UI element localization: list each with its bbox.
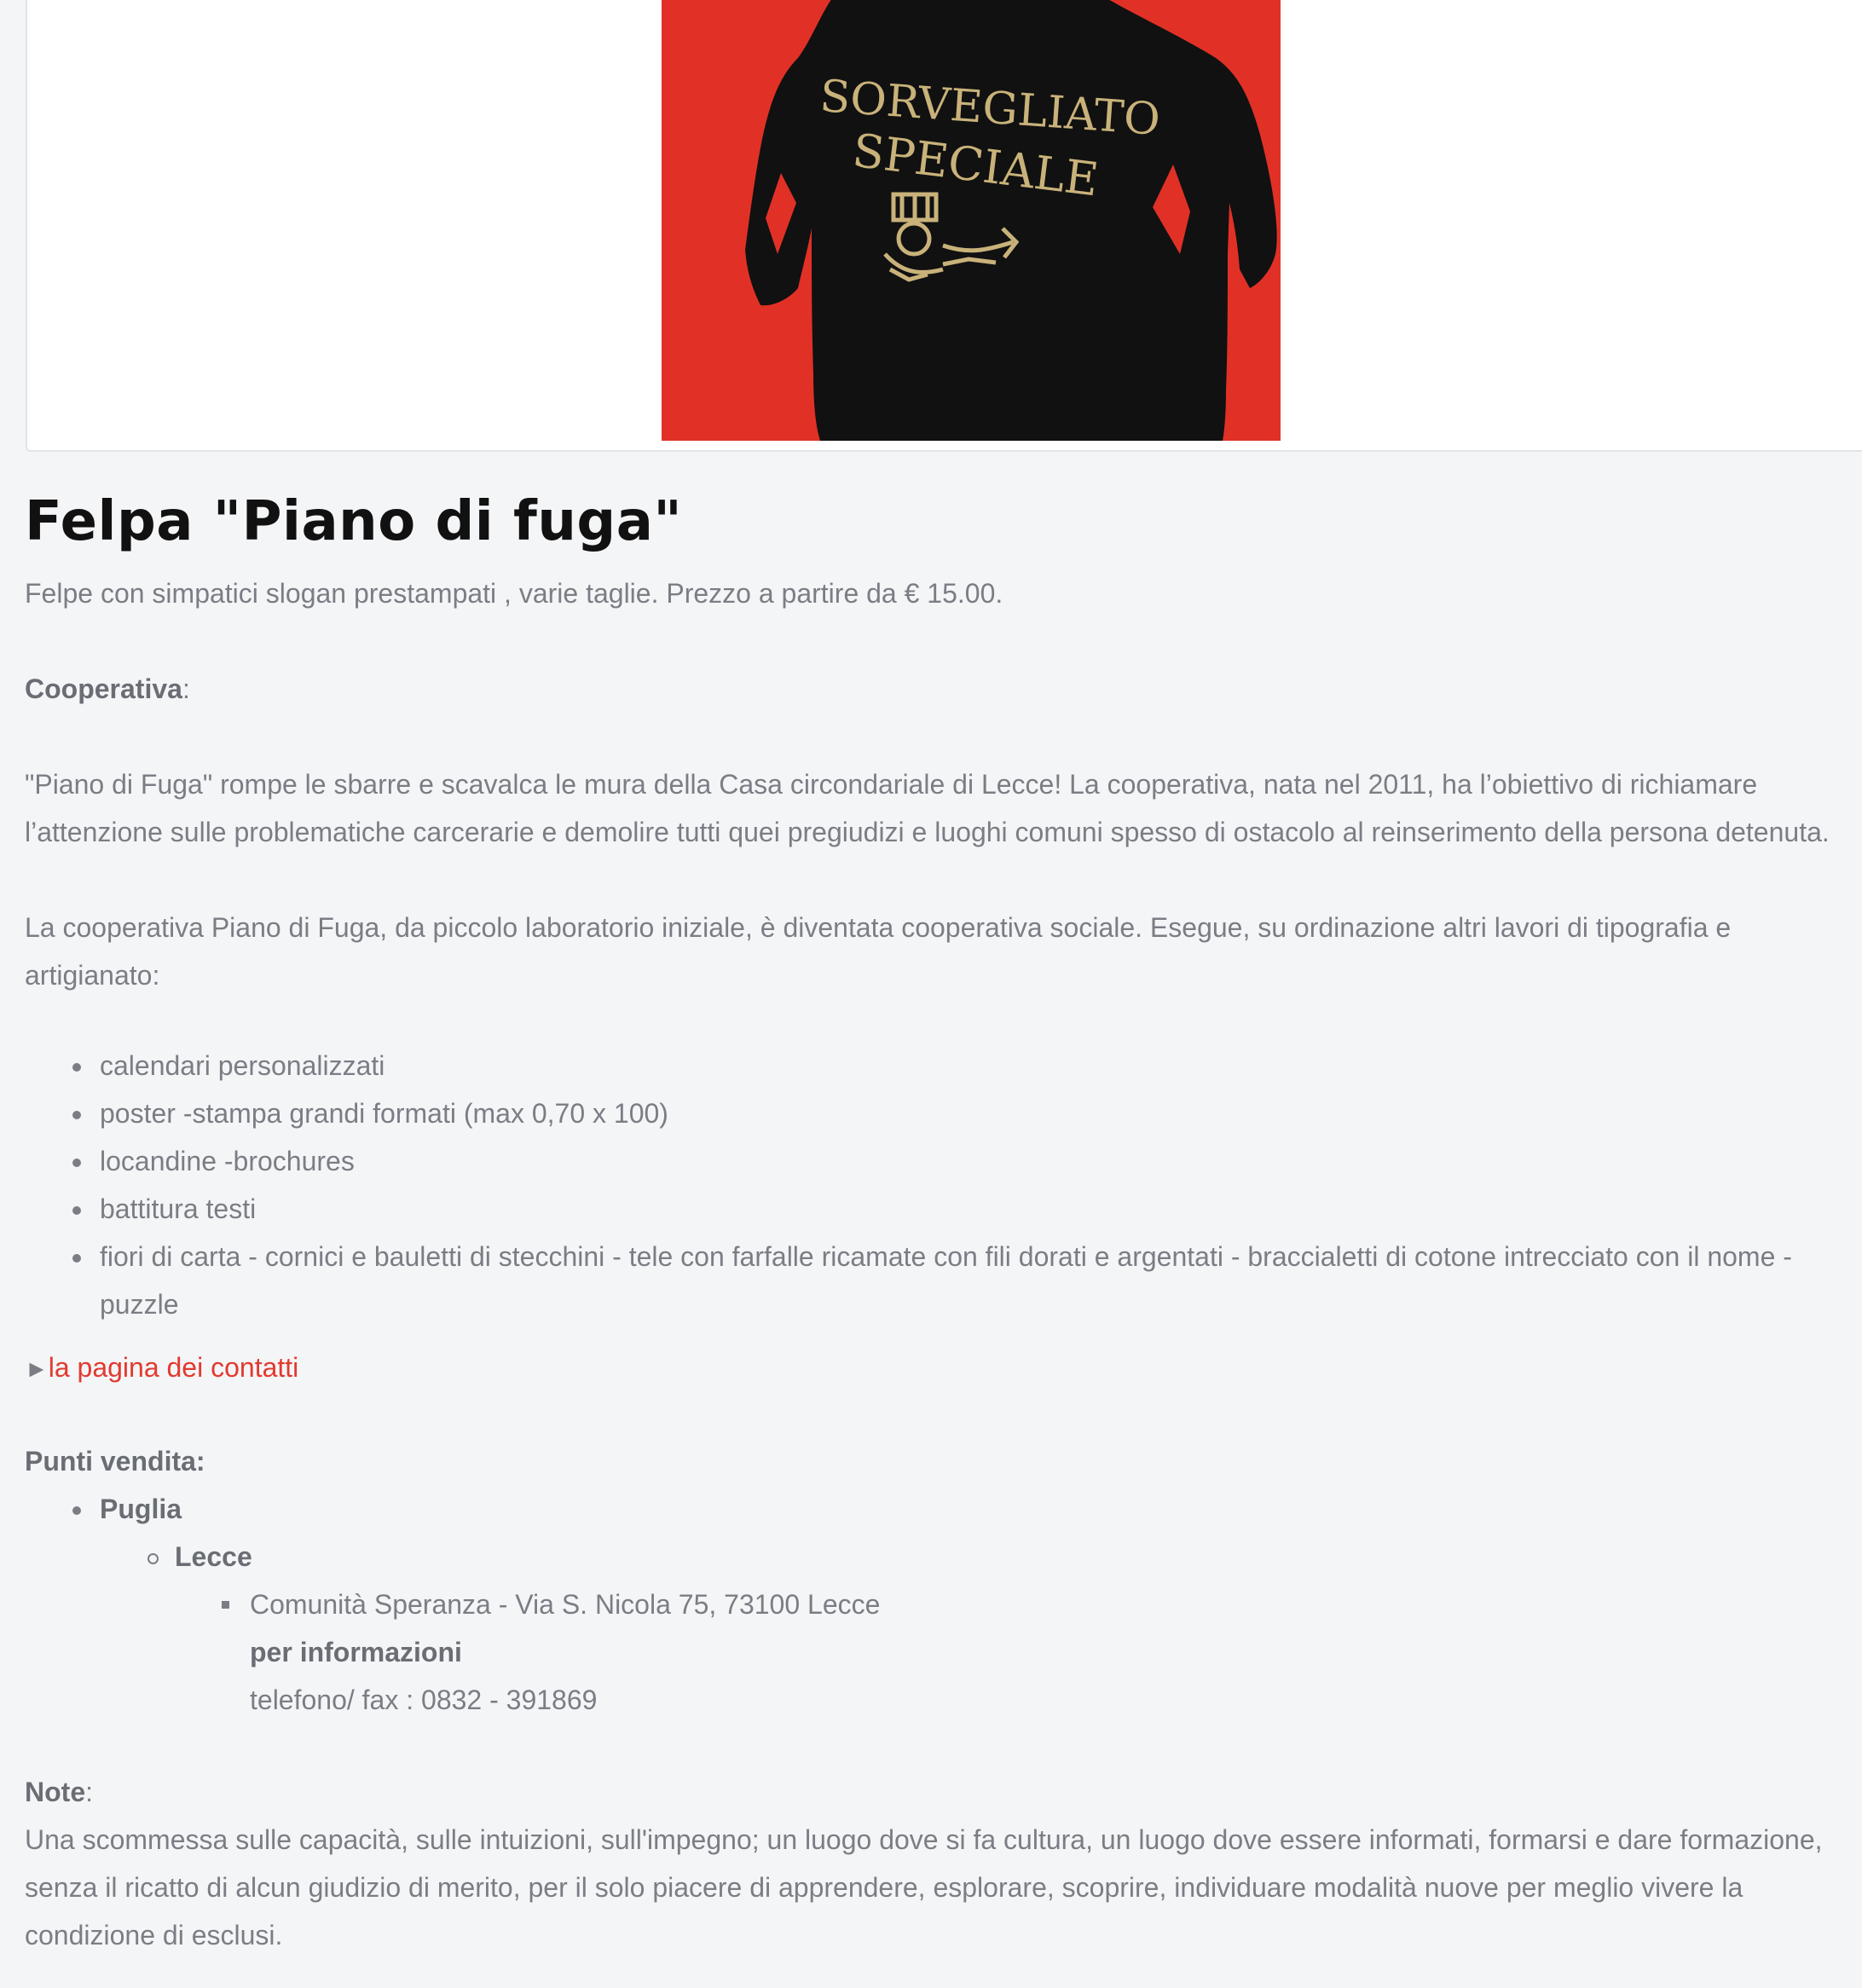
- product-summary: Felpe con simpatici slogan prestampati ,…: [25, 578, 1003, 609]
- region-item: Puglia: [25, 1485, 1858, 1533]
- services-list-item: fiori di carta - cornici e bauletti di s…: [25, 1233, 1858, 1328]
- note-label: Note: [25, 1777, 86, 1807]
- cooperativa-paragraph-1: "Piano di Fuga" rompe le sbarre e scaval…: [25, 769, 1830, 847]
- services-list-item: battitura testi: [25, 1185, 1858, 1233]
- services-list: calendari personalizzati poster -stampa …: [25, 1042, 1858, 1328]
- store-address: Comunità Speranza - Via S. Nicola 75, 73…: [25, 1581, 1858, 1628]
- store-phone: telefono/ fax : 0832 - 391869: [250, 1685, 598, 1715]
- services-list-item: calendari personalizzati: [25, 1042, 1858, 1089]
- product-title: Felpa "Piano di fuga": [25, 490, 683, 553]
- product-photo: SORVEGLIATO SPECIALE: [662, 0, 1281, 441]
- product-image-card: SORVEGLIATO SPECIALE: [26, 0, 1862, 452]
- sweatshirt-shape: [745, 0, 1277, 441]
- contact-page-link[interactable]: ►la pagina dei contatti: [25, 1344, 298, 1393]
- services-list-item: locandine -brochures: [25, 1137, 1858, 1185]
- punti-vendita-label: Punti vendita:: [25, 1446, 205, 1477]
- info-label: per informazioni: [250, 1637, 462, 1667]
- cooperativa-label: Cooperativa: [25, 673, 182, 704]
- note-colon: :: [85, 1777, 93, 1807]
- cooperativa-colon: :: [182, 673, 190, 704]
- city-item: Lecce: [25, 1533, 1858, 1581]
- note-text: Una scommessa sulle capacità, sulle intu…: [25, 1824, 1823, 1950]
- services-list-item: poster -stampa grandi formati (max 0,70 …: [25, 1089, 1858, 1137]
- play-arrow-icon: ►: [25, 1355, 49, 1382]
- product-page: SORVEGLIATO SPECIALE Felpa "Piano di fug…: [0, 0, 1862, 1988]
- product-details: Felpa "Piano di fuga" Felpe con simpatic…: [25, 486, 1858, 1959]
- cooperativa-heading: Cooperativa:: [25, 665, 1858, 713]
- contact-page-link-text[interactable]: la pagina dei contatti: [49, 1352, 299, 1383]
- cooperativa-paragraph-2: La cooperativa Piano di Fuga, da piccolo…: [25, 912, 1732, 991]
- note-heading: Note:: [25, 1768, 1858, 1816]
